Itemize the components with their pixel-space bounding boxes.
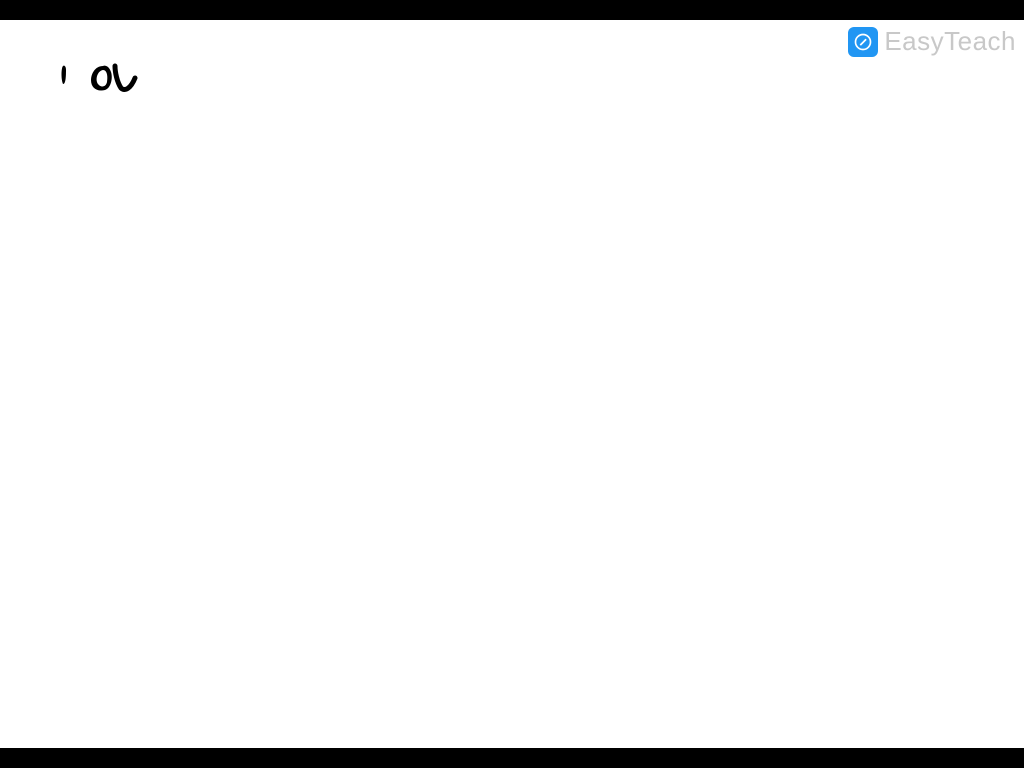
app-watermark: EasyTeach xyxy=(848,26,1016,57)
bottom-letterbox-bar xyxy=(0,748,1024,768)
whiteboard-canvas[interactable]: EasyTeach handwritten marks (1 · ov) xyxy=(0,20,1024,748)
pencil-circle-icon xyxy=(848,27,878,57)
watermark-label: EasyTeach xyxy=(884,26,1016,57)
top-letterbox-bar xyxy=(0,0,1024,20)
handwritten-strokes: handwritten marks (1 · ov) xyxy=(55,60,175,115)
